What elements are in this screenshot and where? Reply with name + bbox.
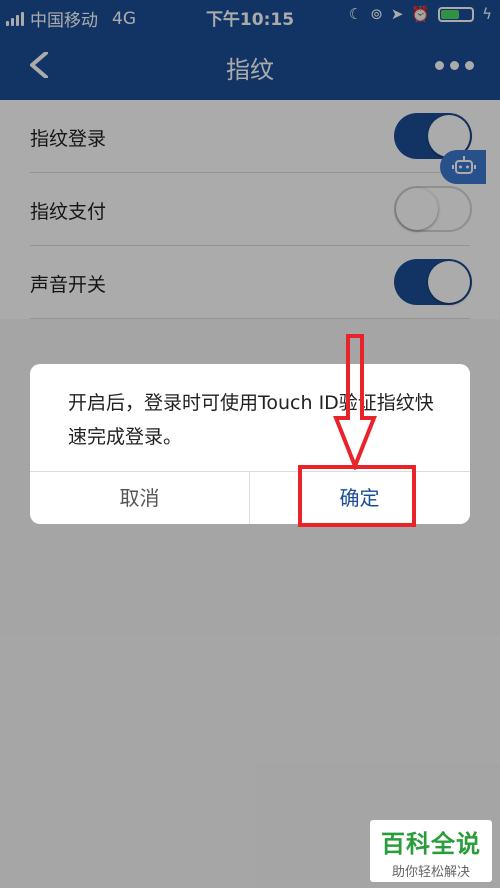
annotation-arrow-icon bbox=[333, 334, 377, 470]
watermark-slogan: 助你轻松解决 bbox=[391, 865, 470, 880]
dialog-message: 开启后，登录时可使用Touch ID验证指纹快速完成登录。 bbox=[68, 392, 434, 448]
annotation-highlight-box bbox=[298, 465, 416, 527]
cancel-button[interactable]: 取消 bbox=[30, 472, 249, 524]
watermark-logo: 百科全说 助你轻松解决 bbox=[370, 820, 492, 882]
watermark-brand: 百科全说 bbox=[381, 830, 481, 858]
